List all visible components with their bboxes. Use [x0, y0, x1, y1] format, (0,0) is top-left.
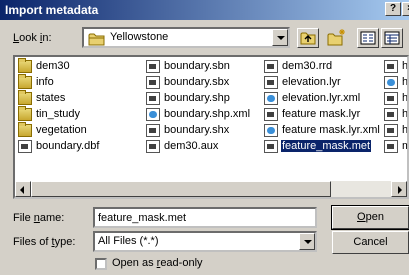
- title-bar[interactable]: Import metadata ? ×: [0, 0, 409, 20]
- file-icon: [18, 140, 32, 153]
- up-one-level-button[interactable]: [297, 28, 319, 48]
- scrollbar-thumb[interactable]: [31, 181, 331, 197]
- file-icon: [384, 124, 398, 137]
- file-name: boundary.sbx: [164, 76, 230, 88]
- file-icon: [146, 60, 160, 73]
- file-name: elevation.lyr: [282, 76, 341, 88]
- file-name: elevation.lyr.xml: [282, 92, 361, 104]
- file-name: dem30: [36, 60, 70, 72]
- file-name: vegetation: [36, 124, 87, 136]
- file-icon: [264, 140, 278, 153]
- file-name-input[interactable]: [93, 207, 317, 228]
- file-type-label: Files of type:: [13, 236, 76, 248]
- open-button[interactable]: Open: [331, 205, 409, 230]
- file-name: boundary.dbf: [36, 140, 100, 152]
- folder-icon: [18, 106, 32, 121]
- file-name: feature_mask.met: [281, 140, 372, 152]
- file-name: ma: [401, 140, 407, 152]
- folder-icon: [88, 33, 105, 46]
- file-icon: [264, 108, 278, 121]
- file-name: hy: [402, 108, 409, 120]
- look-in-label: Look in:: [13, 32, 52, 44]
- look-in-value: Yellowstone: [110, 31, 169, 43]
- new-folder-icon: [327, 29, 345, 46]
- up-one-level-icon: [300, 32, 316, 45]
- folder-icon: [18, 122, 32, 137]
- file-name: hills: [402, 76, 409, 88]
- details-view-icon: [384, 31, 400, 45]
- look-in-dropdown[interactable]: Yellowstone: [82, 27, 290, 48]
- file-icon: [384, 60, 398, 73]
- file-name: boundary.shp.xml: [164, 108, 251, 120]
- close-button[interactable]: ×: [402, 2, 409, 16]
- file-name: info: [36, 76, 54, 88]
- file-name: feature mask.lyr: [282, 108, 361, 120]
- file-name-label: File name:: [13, 212, 65, 224]
- folder-icon: [18, 74, 32, 89]
- import-metadata-dialog: Import metadata ? × Look in: Yellowstone: [0, 0, 409, 275]
- xml-file-icon: [264, 124, 278, 137]
- xml-file-icon: [384, 76, 398, 89]
- details-view-button[interactable]: [381, 28, 403, 48]
- file-name: feature mask.lyr.xml: [282, 124, 380, 136]
- help-button[interactable]: ?: [385, 2, 401, 16]
- file-name: states: [36, 92, 66, 104]
- file-name: hills: [402, 92, 409, 104]
- file-icon: [146, 140, 160, 153]
- file-name: dem30.aux: [164, 140, 219, 152]
- window-title: Import metadata: [5, 3, 99, 17]
- chevron-down-icon[interactable]: [272, 29, 288, 46]
- scroll-right-button[interactable]: [391, 181, 407, 197]
- file-list[interactable]: dem30 info states tin_study vegetation b…: [13, 55, 409, 199]
- file-type-dropdown[interactable]: All Files (*.*): [93, 231, 317, 252]
- file-name: boundary.sbn: [164, 60, 230, 72]
- list-view-button[interactable]: [357, 28, 379, 48]
- file-name: boundary.shx: [164, 124, 230, 136]
- file-name: hy: [402, 124, 409, 136]
- scroll-left-button[interactable]: [15, 181, 31, 197]
- horizontal-scrollbar[interactable]: [15, 181, 407, 197]
- file-icon: [384, 108, 398, 121]
- file-icon: [384, 92, 398, 105]
- new-folder-button[interactable]: [325, 28, 347, 48]
- file-icon: [146, 76, 160, 89]
- file-icon: [264, 76, 278, 89]
- file-icon: [264, 60, 278, 73]
- chevron-down-icon[interactable]: [299, 233, 315, 250]
- file-name: tin_study: [36, 108, 81, 120]
- file-type-value: All Files (*.*): [98, 235, 159, 247]
- folder-icon: [18, 90, 32, 105]
- list-view-icon: [360, 31, 376, 45]
- file-name: boundary.shp: [164, 92, 230, 104]
- file-name: hills: [402, 60, 409, 72]
- xml-file-icon: [264, 92, 278, 105]
- xml-file-icon: [146, 108, 160, 121]
- file-icon: [146, 92, 160, 105]
- folder-icon: [18, 58, 32, 73]
- cancel-button[interactable]: Cancel: [332, 231, 409, 254]
- read-only-label: Open as read-only: [112, 257, 203, 269]
- read-only-checkbox[interactable]: [95, 258, 107, 270]
- file-icon: [384, 140, 398, 153]
- file-name: dem30.rrd: [282, 60, 333, 72]
- file-icon: [146, 124, 160, 137]
